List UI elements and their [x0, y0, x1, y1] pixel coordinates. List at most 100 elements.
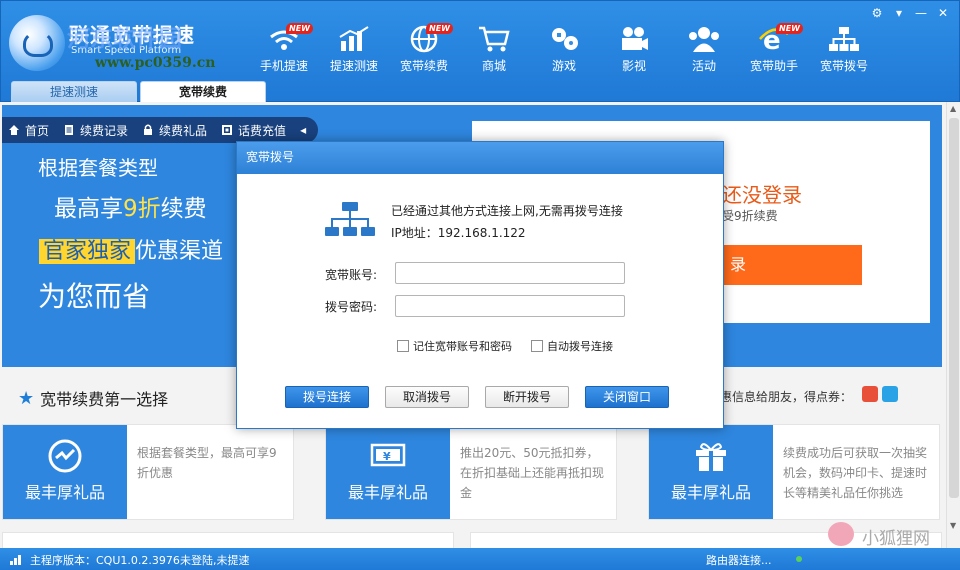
close-icon[interactable]: ✕	[935, 5, 951, 21]
checkbox-box[interactable]	[531, 340, 543, 352]
fox-watermark-text: 小狐狸网	[862, 529, 930, 548]
nav-broadband-assistant[interactable]: e NEW 宽带助手	[739, 17, 809, 79]
login-subtitle: 受9折续费	[722, 209, 778, 223]
watermark-site-url: www.pc0359.cn	[95, 55, 216, 71]
nav-label: 手机提速	[259, 59, 308, 73]
banner-nav-label: 续费礼品	[159, 123, 208, 138]
banner-nav: 首页 续费记录 续费礼品 话费充值 ◂	[2, 117, 319, 143]
promo-line-2-suffix: 续费	[160, 196, 207, 222]
banner-nav-renew-records[interactable]: 续费记录	[63, 122, 128, 139]
dialog-message: 已经通过其他方式连接上网,无需再拨号连接	[391, 204, 623, 218]
disconnect-button[interactable]: 断开拨号	[485, 386, 569, 408]
people-icon	[689, 27, 719, 52]
cancel-dial-button[interactable]: 取消拨号	[385, 386, 469, 408]
card-title: 最丰厚礼品	[24, 483, 105, 502]
shopping-cart-icon	[479, 26, 510, 52]
svg-text:¥: ¥	[383, 450, 391, 463]
dial-button[interactable]: 拨号连接	[285, 386, 369, 408]
dial-dialog: 宽带拨号 已经通过其他方式连接上网,无需再拨号连接 IP地址：192.168.1…	[236, 141, 724, 429]
home-icon	[9, 125, 19, 135]
recharge-icon	[222, 125, 233, 135]
password-input[interactable]	[395, 295, 625, 317]
nav-label: 提速测速	[329, 59, 378, 73]
banner-nav-label: 续费记录	[80, 123, 129, 138]
card-description: 续费成功后可获取一次抽奖机会，数码冲印卡、提速时长等精美礼品任你挑选	[783, 446, 928, 500]
nav-label: 商城	[481, 59, 506, 73]
dialog-title: 宽带拨号	[237, 142, 723, 174]
vertical-scrollbar[interactable]: ▲ ▼	[946, 102, 960, 548]
tab-broadband-renew[interactable]: 宽带续费	[140, 81, 266, 102]
fox-logo-icon	[828, 522, 854, 546]
login-title: 还没登录	[722, 183, 802, 207]
banner-nav-label: 首页	[25, 123, 50, 138]
minimize-icon[interactable]: —	[913, 5, 929, 21]
login-button[interactable]: 录	[722, 245, 862, 285]
top-nav: NEW 手机提速 提速测速 NEW 宽带续费 商城 游戏 影视 活动 e NEW…	[249, 17, 879, 81]
promo-line-3: 官家独家 优惠渠道	[39, 233, 223, 265]
settings-icon[interactable]: ⚙	[869, 5, 885, 21]
nav-speed-test[interactable]: 提速测速	[319, 17, 389, 79]
nav-label: 影视	[621, 59, 646, 73]
nav-broadband-dial[interactable]: 宽带拨号	[809, 17, 879, 79]
benefit-card[interactable]: 最丰厚礼品 根据套餐类型，最高可享9折优惠	[2, 424, 294, 520]
menu-dropdown-icon[interactable]: ▾	[891, 5, 907, 21]
promo-line-2: 最高享9折续费	[54, 189, 207, 223]
nav-label: 游戏	[551, 59, 576, 73]
nav-events[interactable]: 活动	[669, 17, 739, 79]
share-text: 惠信息给朋友，得点券：	[720, 390, 853, 404]
account-input[interactable]	[395, 262, 625, 284]
nav-label: 宽带续费	[399, 59, 448, 73]
network-topology-icon	[829, 27, 859, 51]
banner-nav-renew-gifts[interactable]: 续费礼品	[142, 122, 207, 139]
banner-nav-phone-recharge[interactable]: 话费充值	[221, 122, 286, 139]
remember-label: 记住宽带账号和密码	[413, 340, 512, 353]
nav-label: 宽带助手	[749, 59, 798, 73]
card-header: ¥ 最丰厚礼品	[326, 425, 450, 519]
scroll-up-icon[interactable]: ▲	[950, 104, 956, 113]
qzone-share-icon[interactable]	[882, 386, 898, 402]
checkbox-box[interactable]	[397, 340, 409, 352]
card-title: 最丰厚礼品	[670, 483, 751, 502]
film-camera-icon	[622, 27, 648, 50]
scroll-down-icon[interactable]: ▼	[950, 521, 956, 530]
weibo-share-icon[interactable]	[862, 386, 878, 402]
scroll-thumb[interactable]	[949, 118, 959, 498]
tab-bar: 提速测速 宽带续费	[11, 81, 266, 102]
star-icon: ★	[18, 387, 35, 409]
new-badge: NEW	[426, 23, 453, 34]
promo-discount-highlight: 9折	[123, 196, 161, 222]
nav-broadband-renew[interactable]: NEW 宽带续费	[389, 17, 459, 79]
gift-icon	[696, 443, 726, 471]
auto-dial-checkbox[interactable]: 自动拨号连接	[531, 338, 613, 354]
remember-checkbox[interactable]: 记住宽带账号和密码	[397, 338, 512, 354]
nav-shop[interactable]: 商城	[459, 17, 529, 79]
benefit-card[interactable]: ¥ 最丰厚礼品 推出20元、50元抵扣券，在折扣基础上还能再抵扣现金	[325, 424, 617, 520]
close-window-button[interactable]: 关闭窗口	[585, 386, 669, 408]
section-title: 宽带续费第一选择	[40, 390, 169, 409]
card-header: 最丰厚礼品	[649, 425, 773, 519]
fox-watermark: 小狐狸网	[826, 522, 944, 548]
banner-nav-home[interactable]: 首页	[8, 122, 49, 139]
back-arrow-icon[interactable]: ◂	[300, 123, 306, 137]
nav-games[interactable]: 游戏	[529, 17, 599, 79]
promo-line-2-prefix: 最高享	[54, 196, 123, 222]
benefit-card[interactable]: 最丰厚礼品 续费成功后可获取一次抽奖机会，数码冲印卡、提速时长等精美礼品任你挑选	[648, 424, 940, 520]
connection-status-icon	[796, 556, 802, 562]
card-description: 推出20元、50元抵扣券，在折扣基础上还能再抵扣现金	[460, 446, 605, 500]
speed-chart-icon	[339, 26, 369, 51]
money-icon: ¥	[370, 443, 406, 467]
nav-movies[interactable]: 影视	[599, 17, 669, 79]
promo-exclusive-tag: 官家独家	[39, 239, 136, 264]
network-topology-icon	[325, 202, 375, 236]
dialog-ip-address: IP地址：192.168.1.122	[391, 226, 526, 240]
lower-content-strip	[2, 532, 942, 548]
window-controls: ⚙ ▾ — ✕	[869, 5, 951, 21]
signal-icon	[10, 555, 21, 565]
nav-mobile-speedup[interactable]: NEW 手机提速	[249, 17, 319, 79]
document-icon	[65, 125, 74, 135]
tab-speed-test[interactable]: 提速测速	[11, 81, 137, 102]
lower-panel	[2, 532, 454, 548]
new-badge: NEW	[776, 23, 803, 34]
card-title: 最丰厚礼品	[347, 483, 428, 502]
card-description: 根据套餐类型，最高可享9折优惠	[137, 446, 277, 480]
